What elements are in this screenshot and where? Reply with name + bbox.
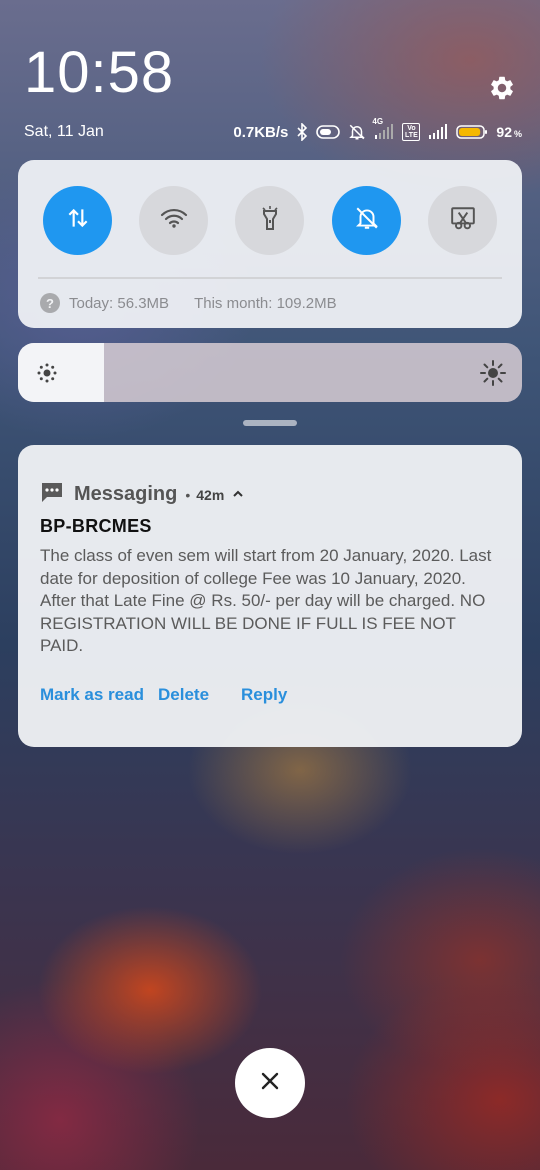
silent-bell-icon bbox=[354, 205, 380, 236]
signal-icon: 4G bbox=[372, 117, 394, 140]
help-icon: ? bbox=[40, 293, 60, 313]
notification-time: 42m bbox=[196, 486, 225, 503]
data-usage-today: Today: 56.3MB bbox=[69, 294, 170, 312]
network-type-label: 4G bbox=[372, 117, 384, 126]
brightness-high-icon bbox=[480, 360, 506, 391]
brightness-low-icon bbox=[36, 362, 58, 389]
flashlight-toggle[interactable] bbox=[235, 186, 304, 255]
close-icon bbox=[260, 1071, 280, 1096]
notification-body: The class of even sem will start from 20… bbox=[40, 546, 492, 655]
notification-sender: BP-BRCMES bbox=[40, 516, 152, 536]
divider bbox=[38, 277, 502, 279]
battery-percent: 92 bbox=[496, 123, 512, 140]
delete-button[interactable]: Delete bbox=[158, 685, 209, 705]
settings-gear-icon[interactable] bbox=[488, 74, 516, 102]
wifi-toggle[interactable] bbox=[139, 186, 208, 255]
app-name: Messaging bbox=[74, 483, 178, 505]
toggle-icon bbox=[316, 124, 341, 140]
mark-as-read-button[interactable]: Mark as read bbox=[40, 685, 144, 705]
reply-button[interactable]: Reply bbox=[241, 685, 287, 705]
silent-bell-icon bbox=[348, 123, 366, 141]
wifi-icon bbox=[160, 206, 188, 235]
bluetooth-icon bbox=[296, 123, 308, 141]
separator-dot: • bbox=[185, 486, 191, 503]
message-icon bbox=[40, 481, 64, 508]
signal-icon-2 bbox=[428, 124, 448, 140]
battery-icon bbox=[456, 124, 488, 140]
notification-card[interactable]: Messaging • 42m BP-BRCMES The class of e… bbox=[18, 445, 522, 747]
screenshot-toggle[interactable] bbox=[428, 186, 497, 255]
scissors-icon bbox=[450, 205, 476, 236]
mobile-data-toggle[interactable] bbox=[43, 186, 112, 255]
status-bar: 0.7KB/s 4G Vo LTE 92% bbox=[233, 117, 522, 141]
quick-settings-panel: ? Today: 56.3MB This month: 109.2MB bbox=[18, 160, 522, 328]
date-label[interactable]: Sat, 11 Jan bbox=[24, 123, 104, 141]
clock[interactable]: 10:58 bbox=[24, 44, 174, 102]
brightness-slider[interactable] bbox=[18, 343, 522, 402]
volte-icon: Vo LTE bbox=[402, 123, 421, 141]
chevron-up-icon[interactable] bbox=[232, 486, 244, 504]
dismiss-all-button[interactable] bbox=[235, 1048, 305, 1118]
brightness-level-fill bbox=[18, 343, 104, 402]
panel-drag-handle[interactable] bbox=[243, 420, 297, 426]
battery-unit: % bbox=[513, 128, 522, 139]
data-usage-month: This month: 109.2MB bbox=[194, 294, 337, 312]
notification-header[interactable]: Messaging • 42m bbox=[40, 481, 244, 508]
flashlight-icon bbox=[258, 205, 282, 236]
net-speed: 0.7KB/s bbox=[233, 123, 289, 141]
data-arrows-icon bbox=[65, 205, 91, 236]
data-usage-row[interactable]: ? Today: 56.3MB This month: 109.2MB bbox=[40, 293, 337, 313]
silent-toggle[interactable] bbox=[332, 186, 401, 255]
